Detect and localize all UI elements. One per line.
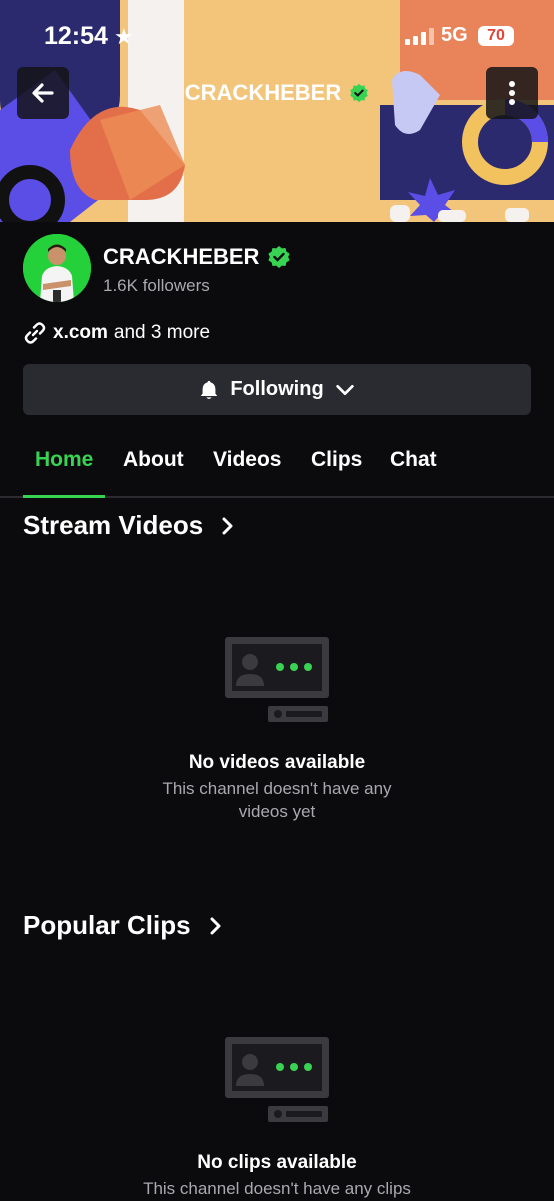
empty-clips-message: No clips available This channel doesn't … (0, 1152, 554, 1201)
chevron-down-icon (335, 384, 354, 395)
avatar[interactable] (23, 234, 91, 302)
tab-videos-label: Videos (213, 448, 282, 471)
link-more[interactable]: and 3 more (114, 322, 210, 344)
tab-bar: Home About Videos Clips Chat (0, 444, 554, 498)
bell-icon (201, 380, 218, 399)
stream-videos-header[interactable]: Stream Videos (23, 510, 235, 541)
tab-active-indicator (23, 495, 106, 498)
tab-chat[interactable]: Chat (390, 444, 437, 496)
empty-videos-message: No videos available This channel doesn't… (0, 752, 554, 824)
tab-clips[interactable]: Clips (311, 444, 362, 496)
verified-badge-icon (268, 246, 291, 268)
popular-clips-header[interactable]: Popular Clips (23, 910, 223, 941)
empty-clips-text: This channel doesn't have any clips (143, 1179, 411, 1198)
header-title: CRACKHEBER (0, 80, 554, 106)
tab-chat-label: Chat (390, 448, 437, 471)
avatar-image (23, 234, 91, 302)
chevron-right-icon (222, 517, 233, 534)
tab-about-label: About (123, 448, 184, 471)
link-primary[interactable]: x.com (53, 322, 108, 344)
channel-name: CRACKHEBER (103, 244, 291, 270)
empty-videos-icon (225, 637, 329, 722)
battery-level: 70 (487, 27, 505, 44)
tab-about[interactable]: About (123, 444, 184, 496)
star-icon: ★ (113, 23, 134, 49)
stream-videos-title: Stream Videos (23, 510, 204, 540)
header-title-text: CRACKHEBER (184, 80, 342, 105)
status-time-text: 12:54 (44, 22, 108, 50)
status-time: 12:54 ★ (44, 22, 134, 51)
battery-icon: 70 (478, 26, 514, 46)
empty-clips-icon (225, 1037, 329, 1122)
link-icon (24, 322, 46, 344)
empty-clips-title: No clips available (197, 1152, 357, 1173)
follower-count: 1.6K followers (103, 276, 210, 295)
empty-videos-title: No videos available (188, 752, 366, 773)
tab-home[interactable]: Home (23, 444, 106, 498)
network-type: 5G (441, 24, 468, 46)
popular-clips-title: Popular Clips (23, 910, 191, 940)
tab-videos[interactable]: Videos (213, 444, 281, 496)
following-label: Following (230, 378, 324, 400)
tab-home-label: Home (35, 448, 94, 471)
status-bar: 12:54 ★ 5G 70 (0, 0, 554, 72)
following-button[interactable]: Following (23, 364, 531, 415)
empty-videos-text: This channel doesn't have any videos yet (162, 779, 392, 821)
tab-clips-label: Clips (311, 448, 363, 471)
chevron-right-icon (210, 917, 221, 934)
channel-name-text: CRACKHEBER (103, 244, 260, 269)
signal-icon (405, 28, 434, 45)
channel-links[interactable]: x.com and 3 more (23, 321, 210, 345)
verified-icon (350, 83, 369, 103)
